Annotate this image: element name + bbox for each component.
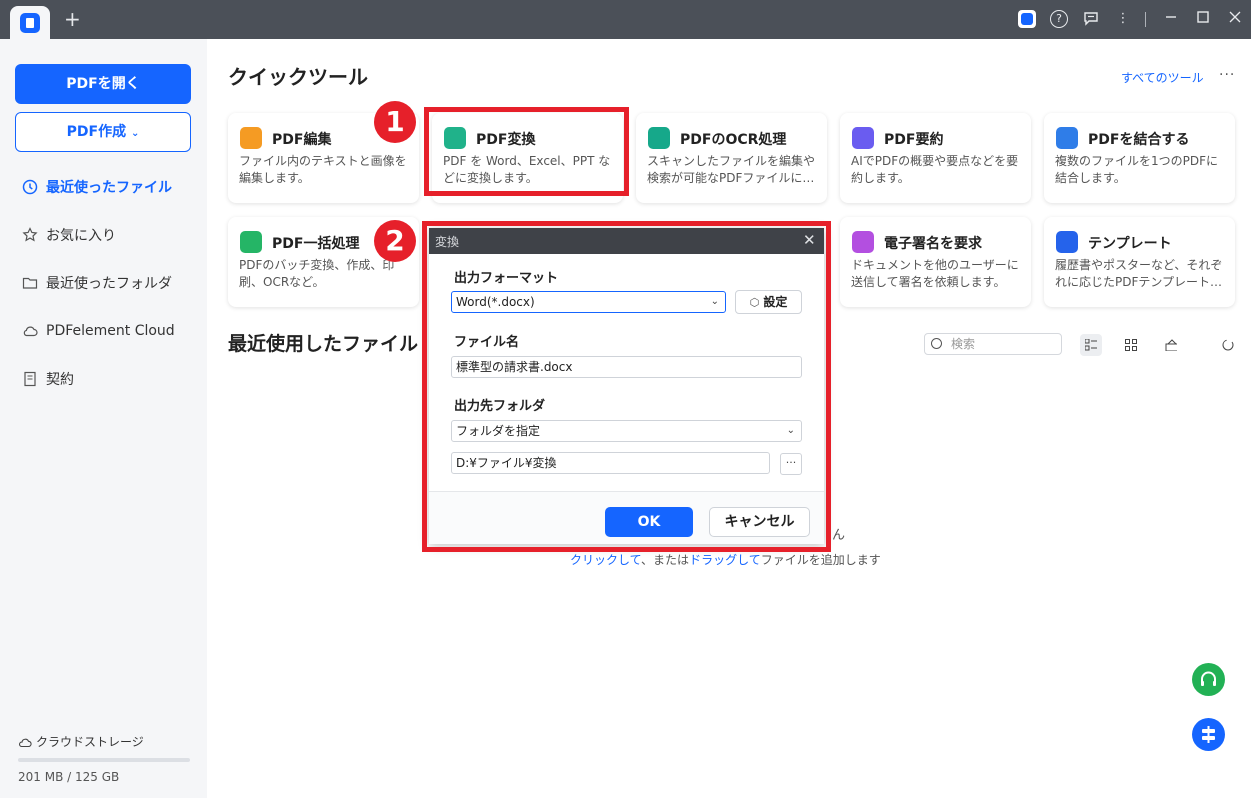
recent-files-title: 最近使用したファイル — [228, 333, 419, 355]
card-desc: 複数のファイルを1つのPDFに結合します。 — [1055, 154, 1219, 185]
card-desc: ドキュメントを他のユーザーに送信して署名を依頼します。 — [851, 258, 1019, 289]
sidebar-item-contracts[interactable]: 契約 — [22, 368, 74, 390]
signpost-icon[interactable] — [1192, 718, 1225, 751]
app-logo-icon[interactable] — [20, 13, 40, 33]
card-title: 電子署名を要求 — [884, 236, 982, 252]
create-pdf-button[interactable]: PDF作成 ⌄ — [15, 112, 191, 152]
merge-icon — [1056, 127, 1078, 149]
card-title: PDFを結合する — [1088, 132, 1190, 148]
list-view-icon[interactable] — [1080, 334, 1102, 356]
storage-progress-bar — [18, 758, 190, 762]
card-desc: ファイル内のテキストと画像を編集します。 — [239, 154, 407, 185]
clock-icon — [22, 179, 38, 195]
search-icon — [931, 338, 942, 349]
drag-link[interactable]: ドラッグして — [689, 553, 761, 567]
cloud-storage-label[interactable]: クラウドストレージ — [18, 733, 144, 750]
tool-card-ocr[interactable]: PDFのOCR処理 スキャンしたファイルを編集や検索が可能なPDFファイルに… — [636, 113, 827, 203]
feedback-icon[interactable] — [1082, 10, 1100, 28]
tool-card-summary[interactable]: PDF要約 AIでPDFの概要や要点などを要約します。 — [840, 113, 1031, 203]
sidebar-item-favorites[interactable]: お気に入り — [22, 224, 116, 246]
highlight-box-convert-card — [424, 107, 629, 196]
ocr-icon — [648, 127, 670, 149]
open-pdf-button[interactable]: PDFを開く — [15, 64, 191, 104]
create-pdf-label: PDF作成 — [66, 124, 127, 140]
step-marker-2: 2 — [374, 220, 416, 262]
card-title: PDFのOCR処理 — [680, 132, 787, 148]
app-logo-icon[interactable] — [1018, 10, 1036, 28]
card-desc: AIでPDFの概要や要点などを要約します。 — [851, 154, 1019, 185]
tool-card-merge[interactable]: PDFを結合する 複数のファイルを1つのPDFに結合します。 — [1044, 113, 1235, 203]
search-placeholder: 検索 — [951, 337, 976, 351]
sidebar-item-label: 最近使ったフォルダ — [46, 276, 172, 292]
sidebar-item-label: PDFelement Cloud — [46, 323, 175, 339]
storage-label-text: クラウドストレージ — [36, 735, 144, 749]
titlebar-divider — [1145, 12, 1146, 27]
signature-icon — [852, 231, 874, 253]
refresh-icon[interactable] — [1217, 334, 1239, 356]
cloud-icon — [19, 738, 32, 747]
grid-view-icon[interactable] — [1120, 334, 1142, 356]
support-headset-icon[interactable] — [1192, 663, 1225, 696]
more-vertical-icon[interactable]: ⋮ — [1114, 10, 1132, 28]
sidebar-item-cloud[interactable]: PDFelement Cloud — [22, 320, 175, 342]
storage-usage: 201 MB / 125 GB — [18, 770, 120, 784]
title-bar: + ? ⋮ — [0, 0, 1251, 39]
help-icon[interactable]: ? — [1050, 10, 1068, 28]
card-title: PDF一括処理 — [272, 236, 360, 252]
more-horizontal-icon[interactable]: ··· — [1219, 67, 1235, 83]
empty-hint: クリックして、またはドラッグしてファイルを追加します — [570, 551, 881, 568]
star-icon — [22, 227, 38, 243]
folder-icon — [22, 275, 38, 291]
empty-message-tail: ん — [832, 528, 846, 543]
quick-tools-title: クイックツール — [228, 65, 368, 89]
highlight-box-dialog — [422, 221, 831, 552]
card-desc: スキャンしたファイルを編集や検索が可能なPDFファイルに… — [647, 154, 816, 185]
batch-grid-icon — [240, 231, 262, 253]
ai-summary-icon — [852, 127, 874, 149]
chevron-down-icon: ⌄ — [130, 128, 140, 139]
minimize-icon[interactable] — [1162, 10, 1180, 28]
edit-icon — [240, 127, 262, 149]
sidebar-item-label: 契約 — [46, 372, 74, 388]
sidebar-item-label: 最近使ったファイル — [46, 180, 172, 196]
card-title: テンプレート — [1088, 236, 1172, 252]
card-desc: PDFのバッチ変換、作成、印刷、OCRなど。 — [239, 258, 395, 289]
maximize-icon[interactable] — [1194, 10, 1212, 28]
card-title: PDF編集 — [272, 132, 332, 148]
tool-card-esign[interactable]: 電子署名を要求 ドキュメントを他のユーザーに送信して署名を依頼します。 — [840, 217, 1031, 307]
sidebar-item-recent-files[interactable]: 最近使ったファイル — [22, 176, 172, 198]
sidebar-item-recent-folders[interactable]: 最近使ったフォルダ — [22, 272, 172, 294]
sidebar: PDFを開く PDF作成 ⌄ 最近使ったファイル お気に入り 最近使ったフォルダ… — [0, 39, 207, 798]
plus-icon[interactable]: + — [64, 8, 81, 30]
card-desc: 履歴書やポスターなど、それぞれに応じたPDFテンプレート… — [1055, 258, 1223, 289]
template-icon — [1056, 231, 1078, 253]
all-tools-link[interactable]: すべてのツール — [1121, 69, 1204, 86]
card-title: PDF要約 — [884, 132, 944, 148]
search-input[interactable]: 検索 — [924, 333, 1062, 355]
storage-view-icon[interactable] — [1160, 334, 1182, 356]
close-icon[interactable] — [1226, 10, 1244, 28]
cloud-icon — [22, 323, 38, 339]
sidebar-item-label: お気に入り — [46, 228, 116, 244]
empty-mid-text: 、または — [641, 553, 690, 567]
empty-end-text: ファイルを追加します — [760, 553, 881, 567]
click-link[interactable]: クリックして — [570, 553, 641, 567]
step-marker-1: 1 — [374, 101, 416, 143]
document-icon — [22, 371, 38, 387]
tool-card-template[interactable]: テンプレート 履歴書やポスターなど、それぞれに応じたPDFテンプレート… — [1044, 217, 1235, 307]
